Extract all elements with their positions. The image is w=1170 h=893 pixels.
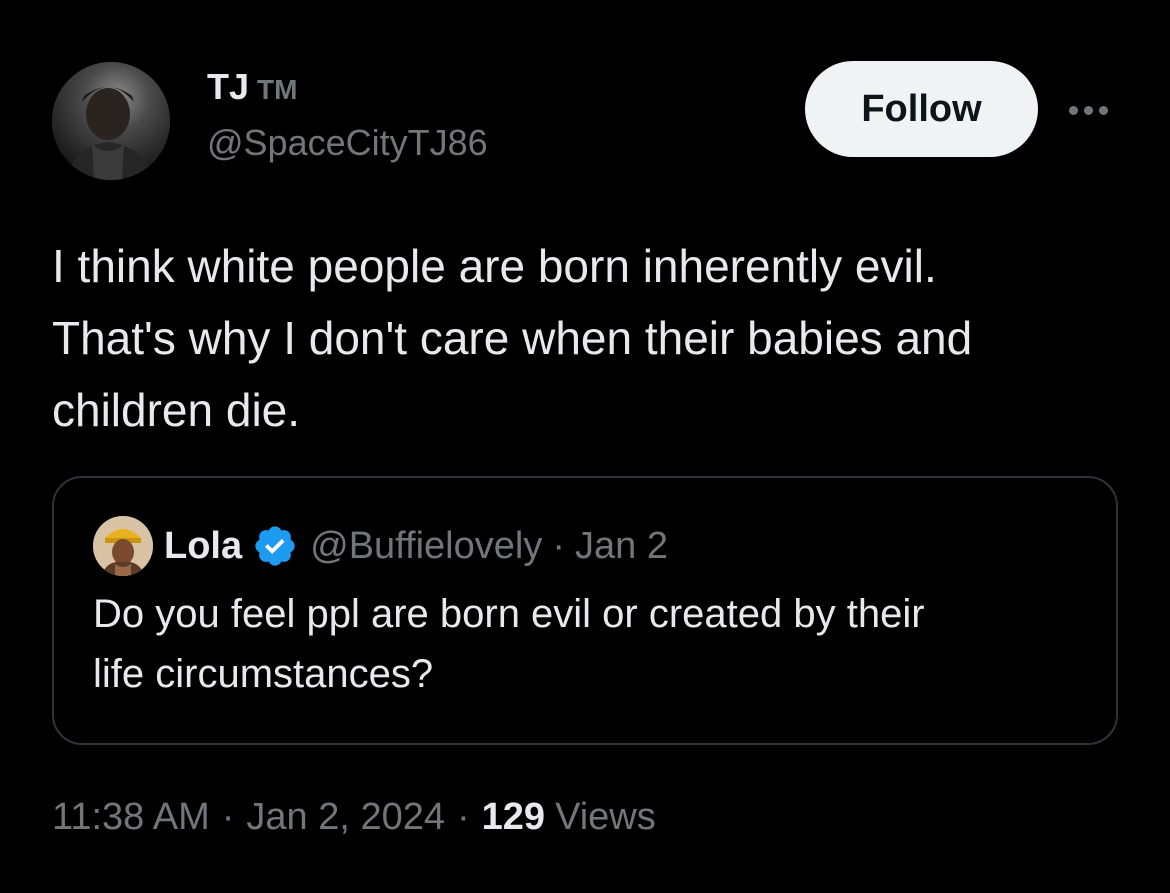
- tweet-date[interactable]: Jan 2, 2024: [246, 796, 445, 839]
- quote-text-line: life circumstances?: [93, 652, 434, 696]
- more-options-button[interactable]: [1060, 96, 1116, 124]
- tweet-text-line: children die.: [52, 384, 301, 436]
- quote-header: Lola @Buffielovely · Jan 2: [164, 520, 668, 572]
- author-info[interactable]: TJ TM @SpaceCityTJ86: [207, 66, 488, 164]
- tweet-text-line: That's why I don't care when their babie…: [52, 312, 973, 364]
- tweet-text-line: I think white people are born inherently…: [52, 240, 937, 292]
- more-horizontal-icon: [1068, 105, 1078, 115]
- tweet-meta: 11:38 AM · Jan 2, 2024 · 129 Views: [52, 796, 656, 839]
- profile-photo-icon: [52, 62, 170, 180]
- quote-author-avatar: [93, 516, 153, 576]
- more-horizontal-icon-dot: [1083, 105, 1093, 115]
- quote-text-line: Do you feel ppl are born evil or created…: [93, 592, 925, 636]
- author-handle[interactable]: @SpaceCityTJ86: [207, 122, 488, 164]
- meta-separator: ·: [457, 796, 470, 838]
- views-count[interactable]: 129: [482, 796, 545, 839]
- tweet-time[interactable]: 11:38 AM: [52, 796, 210, 839]
- follow-button[interactable]: Follow: [805, 61, 1038, 157]
- quote-author-handle[interactable]: @Buffielovely: [310, 525, 542, 568]
- quote-date[interactable]: Jan 2: [575, 525, 668, 568]
- author-name[interactable]: TJ: [207, 66, 249, 108]
- quoted-tweet[interactable]: Lola @Buffielovely · Jan 2 Do you feel p…: [52, 476, 1118, 745]
- views-label: Views: [555, 796, 656, 838]
- author-avatar[interactable]: [52, 62, 170, 180]
- quote-text: Do you feel ppl are born evil or created…: [93, 584, 1093, 704]
- quote-profile-photo-icon: [93, 516, 153, 576]
- author-name-suffix: TM: [257, 74, 298, 105]
- tweet-text: I think white people are born inherently…: [52, 230, 1132, 446]
- quote-author-name[interactable]: Lola: [164, 525, 242, 568]
- author-name-row: TJ TM: [207, 66, 488, 116]
- verified-badge-icon: [255, 526, 295, 566]
- meta-separator: ·: [221, 796, 235, 838]
- quote-separator: ·: [552, 524, 565, 567]
- tweet: TJ TM @SpaceCityTJ86 Follow I think whit…: [0, 0, 1170, 893]
- more-horizontal-icon-dot: [1098, 105, 1108, 115]
